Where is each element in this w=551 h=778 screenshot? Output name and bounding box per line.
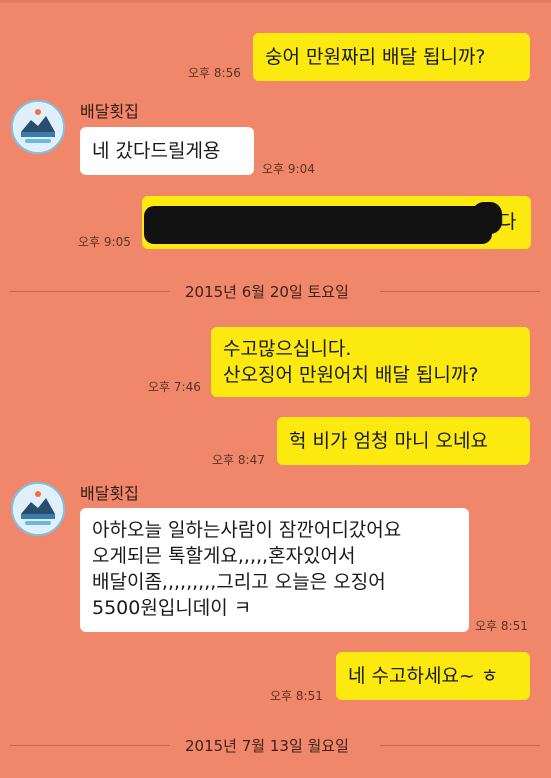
message-time: 오후 8:56 — [188, 66, 241, 80]
redaction-mark — [144, 206, 492, 244]
divider-line — [10, 291, 170, 292]
message-time: 오후 7:46 — [148, 380, 201, 394]
outgoing-message[interactable]: 다 — [142, 196, 531, 249]
message-time: 오후 8:47 — [212, 453, 265, 467]
sender-name: 배달횟집 — [80, 102, 139, 121]
outgoing-message[interactable]: 네 수고하세요~ ㅎ — [336, 652, 530, 700]
visible-fragment: 다 — [499, 211, 517, 233]
message-time: 오후 9:05 — [78, 235, 131, 249]
date-label: 2015년 7월 13일 월요일 — [185, 737, 349, 755]
message-time: 오후 9:04 — [262, 162, 315, 176]
incoming-message[interactable]: 아하오늘 일하는사람이 잠깐어디갔어요 오게되믄 톡할게요,,,,,혼자있어서 … — [80, 508, 469, 632]
shop-logo-icon — [14, 103, 62, 151]
chat-screen: 오후 8:56 숭어 만원짜리 배달 됩니까? 배달횟집 네 갔다드릴게용 오후… — [0, 0, 551, 778]
divider-line — [380, 291, 540, 292]
date-label: 2015년 6월 20일 토요일 — [185, 283, 349, 301]
top-divider — [0, 0, 551, 3]
divider-line — [10, 745, 170, 746]
outgoing-message[interactable]: 수고많으십니다. 산오징어 만원어치 배달 됩니까? — [211, 327, 530, 397]
shop-logo-icon — [14, 485, 62, 533]
incoming-message[interactable]: 네 갔다드릴게용 — [80, 127, 254, 175]
avatar[interactable] — [11, 100, 65, 154]
outgoing-message[interactable]: 숭어 만원짜리 배달 됩니까? — [253, 33, 530, 81]
message-time: 오후 8:51 — [270, 689, 323, 703]
divider-line — [380, 745, 540, 746]
date-separator: 2015년 6월 20일 토요일 — [0, 281, 551, 301]
sender-name: 배달횟집 — [80, 484, 139, 503]
avatar[interactable] — [11, 482, 65, 536]
outgoing-message[interactable]: 헉 비가 엄청 마니 오네요 — [277, 417, 530, 465]
date-separator: 2015년 7월 13일 월요일 — [0, 735, 551, 755]
redaction-mark — [472, 202, 502, 234]
message-time: 오후 8:51 — [475, 619, 528, 633]
